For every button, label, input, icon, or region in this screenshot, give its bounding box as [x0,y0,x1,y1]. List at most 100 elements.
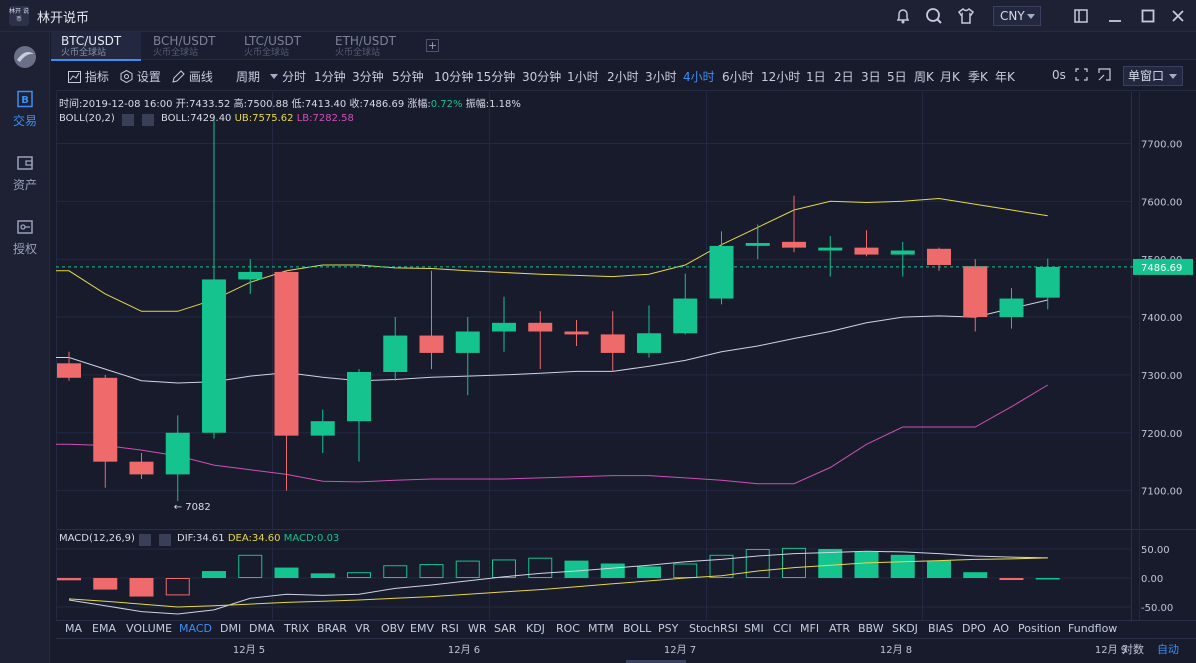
boll-values: BOLL:7429.40 UB:7575.62 LB:7282.58 [161,113,354,124]
minimize-icon[interactable] [1105,6,1125,26]
candle-body[interactable] [419,335,444,353]
chevron-down-icon [1169,74,1177,79]
indicator-tab-mfi: MFI [800,622,819,635]
candle-body[interactable] [347,372,371,422]
macd-bar [57,578,81,581]
tab-bch-usdt[interactable]: BCH/USDT 火币全球站 [143,32,233,60]
period-option[interactable]: 年K [995,68,1015,85]
pencil-icon [172,70,185,83]
period-option[interactable]: 1日 [806,68,826,85]
macd-bar [1035,577,1060,580]
chart-background [56,92,1196,663]
indicator-tab-kdj: KDJ [526,622,545,635]
candle-body[interactable] [999,298,1024,318]
period-option[interactable]: 2小时 [607,68,639,85]
candle-body[interactable] [637,333,661,353]
sidebar-item-assets[interactable]: 资产 [0,154,50,193]
popout-icon[interactable] [1071,6,1091,26]
candle-body[interactable] [165,432,190,475]
bell-icon[interactable] [893,6,913,26]
boll-settings-icon[interactable] [122,114,134,126]
layout-select[interactable]: 单窗口 [1123,66,1183,86]
kline-chart[interactable]: 7700.007600.007500.007400.007300.007200.… [56,92,1196,663]
candle-body[interactable] [492,322,516,332]
candle-body[interactable] [818,247,843,251]
period-option[interactable]: 5日 [887,68,907,85]
sidebar-item-label: 资产 [12,178,37,192]
period-option[interactable]: 月K [940,68,960,85]
candle-body[interactable] [383,335,408,373]
indicator-button[interactable]: 指标 [68,68,109,85]
candle-body[interactable] [57,363,81,378]
candle-body[interactable] [274,271,299,436]
app-logo: 林开 说币 [9,6,29,26]
period-option[interactable]: 6小时 [722,68,754,85]
candle-body[interactable] [455,331,480,353]
period-option[interactable]: 3日 [861,68,881,85]
candle-body[interactable] [1035,266,1060,298]
chart-canvas[interactable]: 7700.007600.007500.007400.007300.007200.… [56,92,1196,663]
candle-body[interactable] [564,331,589,335]
indicator-tab-atr: ATR [829,622,850,635]
period-option[interactable]: 10分钟 [434,68,473,85]
macd-bar [637,566,661,578]
indicator-tab-roc: ROC [556,622,580,635]
indicator-tab-ma: MA [65,622,82,635]
macd-close-icon[interactable] [159,534,171,546]
candle-body[interactable] [782,241,806,248]
left-sidebar: B 交易 资产 授权 [0,32,50,663]
candle-body[interactable] [745,243,770,246]
period-option[interactable]: 2日 [834,68,854,85]
countdown: 0s [1052,68,1066,82]
close-icon[interactable] [1168,6,1188,26]
maximize-icon[interactable] [1138,6,1158,26]
period-option[interactable]: 12小时 [761,68,800,85]
period-dropdown[interactable]: 周期 [236,68,278,85]
fullscreen-icon[interactable] [1075,68,1088,84]
candle-body[interactable] [890,250,915,255]
tab-eth-usdt[interactable]: ETH/USDT 火币全球站 [325,32,415,60]
candle-body[interactable] [927,248,951,265]
search-icon[interactable] [924,6,944,26]
period-option[interactable]: 15分钟 [476,68,515,85]
period-option[interactable]: 3小时 [645,68,677,85]
candle-body[interactable] [528,322,553,332]
sidebar-item-auth[interactable]: 授权 [0,218,50,257]
indicator-label: 指标 [84,70,109,84]
amplitude-value: 1.18% [489,99,521,110]
macd-settings-icon[interactable] [139,534,151,546]
candle-body[interactable] [673,298,698,334]
candle-body[interactable] [93,377,118,462]
price-tick-label: 7600.00 [1141,197,1182,208]
candle-body[interactable] [854,247,879,255]
period-option[interactable]: 3分钟 [352,68,384,85]
shirt-icon[interactable] [956,6,976,26]
candle-body[interactable] [129,461,154,475]
period-option[interactable]: 5分钟 [392,68,424,85]
candle-body[interactable] [963,266,988,318]
period-option[interactable]: 30分钟 [522,68,561,85]
period-option[interactable]: 周K [914,68,934,85]
currency-select[interactable]: CNY [993,6,1041,26]
indicator-tab-vr: VR [355,622,371,635]
settings-button[interactable]: 设置 [120,68,161,85]
candle-body[interactable] [310,421,335,436]
tab-btc-usdt[interactable]: BTC/USDT 火币全球站 [51,32,141,61]
boll-close-icon[interactable] [142,114,154,126]
candle-body[interactable] [238,271,263,280]
candle-body[interactable] [600,334,625,353]
add-tab-button[interactable]: + [426,39,439,52]
period-option[interactable]: 1小时 [567,68,599,85]
period-option[interactable]: 季K [968,68,988,85]
candle-body[interactable] [202,279,226,433]
candle-body[interactable] [709,245,734,299]
period-option[interactable]: 1分钟 [314,68,346,85]
tab-ltc-usdt[interactable]: LTC/USDT 火币全球站 [234,32,324,60]
screenshot-icon[interactable] [1098,68,1111,84]
sidebar-logo[interactable] [0,44,50,73]
draw-button[interactable]: 画线 [172,68,213,85]
period-option[interactable]: 分时 [282,68,306,85]
sidebar-item-trade[interactable]: B 交易 [0,90,50,129]
period-option[interactable]: 4小时 [683,68,715,85]
indicator-tab-position: Position [1018,622,1061,635]
